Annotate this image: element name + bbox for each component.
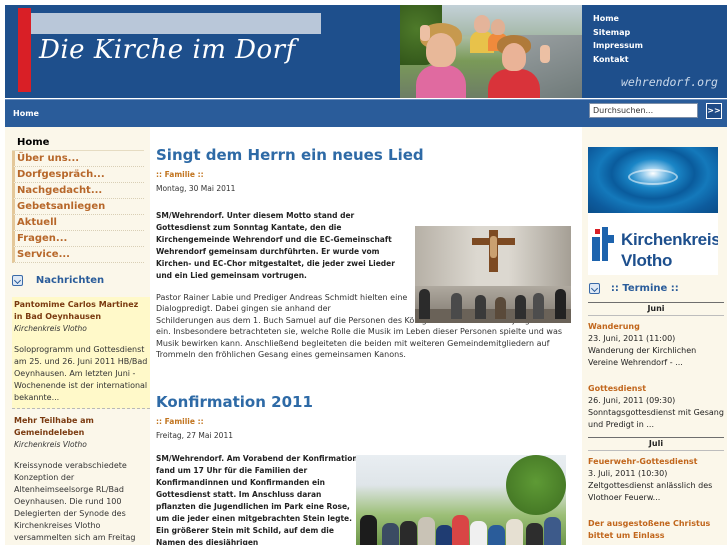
article-title[interactable]: Konfirmation 2011 <box>156 392 574 412</box>
header-nav-impressum[interactable]: Impressum <box>593 39 727 53</box>
main-content: Singt dem Herrn ein neues Lied :: Famili… <box>150 127 580 545</box>
event-date: 23. Juni, 2011 (11:00) <box>588 334 676 343</box>
event-title[interactable]: Feuerwehr-Gottesdienst <box>588 456 724 468</box>
event-desc: Zeltgottesdienst anlässlich des Vlothoer… <box>588 481 713 502</box>
news-item-source: Kirchenkreis Vlotho <box>14 440 87 449</box>
news-item-source: Kirchenkreis Vlotho <box>14 324 87 333</box>
menu-item-nachgedacht[interactable]: Nachgedacht... <box>12 183 144 199</box>
event-title[interactable]: Wanderung <box>588 321 724 333</box>
news-item-title[interactable]: Pantomime Carlos Martinez in Bad Oeynhau… <box>14 299 148 323</box>
event-item: Wanderung 23. Juni, 2011 (11:00) Wanderu… <box>588 321 724 369</box>
article-body-intro: Pastor Rainer Labie und Prediger Andreas… <box>156 293 408 314</box>
top-navbar: Home >> <box>5 99 727 127</box>
news-item-title[interactable]: Mehr Teilhabe am Gemeindeleben <box>14 415 148 439</box>
article-lead: SM/Wehrendorf. Am Vorabend der Konfirmat… <box>156 454 358 545</box>
menu-item-home[interactable]: Home <box>12 135 144 151</box>
event-item: Gottesdienst 26. Juni, 2011 (09:30) Sonn… <box>588 383 724 431</box>
article-category[interactable]: :: Familie :: <box>156 169 574 180</box>
news-list: Pantomime Carlos Martinez in Bad Oeynhau… <box>12 297 150 545</box>
kirchenkreis-emblem-icon <box>592 227 614 261</box>
menu-item-gebetsanliegen[interactable]: Gebetsanliegen <box>12 199 144 215</box>
menu-item-dorfgespraech[interactable]: Dorfgespräch... <box>12 167 144 183</box>
news-item: Pantomime Carlos Martinez in Bad Oeynhau… <box>12 297 150 409</box>
article-title[interactable]: Singt dem Herrn ein neues Lied <box>156 145 574 165</box>
logo-text-line: Kirchenkreis <box>621 230 718 249</box>
termine-list: Juni Wanderung 23. Juni, 2011 (11:00) Wa… <box>588 302 724 545</box>
header-nav-home[interactable]: Home <box>593 12 727 26</box>
menu-item-aktuell[interactable]: Aktuell <box>12 215 144 231</box>
logo-text-line: Vlotho <box>621 251 673 270</box>
kirchenkreis-logo[interactable]: Kirchenkreis Vlotho <box>588 147 718 275</box>
article-lead: SM/Wehrendorf. Unter diesem Motto stand … <box>156 211 395 280</box>
logo-red-bar <box>18 8 31 92</box>
event-date: 3. Juli, 2011 (10:30) <box>588 469 668 478</box>
header-photo-children <box>400 5 582 98</box>
menu-item-fragen[interactable]: Fragen... <box>12 231 144 247</box>
search-button[interactable]: >> <box>706 103 722 119</box>
article-category[interactable]: :: Familie :: <box>156 416 574 427</box>
site-header: Die Kirche im Dorf Home Sitemap Impressu… <box>5 5 727 98</box>
left-sidebar: Home Über uns... Dorfgespräch... Nachged… <box>5 127 150 545</box>
header-nav-sitemap[interactable]: Sitemap <box>593 26 727 40</box>
event-title[interactable]: Gottesdienst <box>588 383 724 395</box>
search-input[interactable] <box>589 103 698 118</box>
article-photo-church[interactable] <box>415 226 571 323</box>
event-title[interactable]: Der ausgestoßene Christus bittet um Einl… <box>588 518 724 542</box>
news-item: Mehr Teilhabe am Gemeindeleben Kirchenkr… <box>12 413 150 545</box>
article: Singt dem Herrn ein neues Lied :: Famili… <box>156 145 574 360</box>
menu-item-ueber-uns[interactable]: Über uns... <box>12 151 144 167</box>
event-item: Der ausgestoßene Christus bittet um Einl… <box>588 518 724 542</box>
chevron-down-icon[interactable] <box>589 283 600 294</box>
menu-item-service[interactable]: Service... <box>12 247 144 263</box>
termine-heading-label: :: Termine :: <box>610 283 679 294</box>
month-header: Juli <box>588 437 724 451</box>
navbar-home-link[interactable]: Home <box>13 109 39 118</box>
site-url: wehrendorf.org <box>621 75 718 89</box>
news-heading-label: Nachrichten <box>35 275 105 286</box>
article-photo-konfirmation[interactable] <box>356 455 566 545</box>
site-title[interactable]: Die Kirche im Dorf <box>39 35 296 65</box>
right-sidebar: Kirchenkreis Vlotho :: Termine :: Juni W… <box>582 127 727 545</box>
site-logo[interactable]: Die Kirche im Dorf <box>5 5 400 98</box>
news-heading: Nachrichten <box>12 275 150 291</box>
article-date: Freitag, 27 Mai 2011 <box>156 431 233 440</box>
kirchenkreis-logo-text: Kirchenkreis Vlotho <box>621 229 718 271</box>
event-item: Feuerwehr-Gottesdienst 3. Juli, 2011 (10… <box>588 456 724 504</box>
logo-gray-bar <box>31 13 321 34</box>
chevron-down-icon[interactable] <box>12 275 23 286</box>
news-item-text: Kreissynode verabschiedete Konzeption de… <box>14 461 136 542</box>
event-desc: Sonntagsgottesdienst mit Gesang und Pred… <box>588 408 724 429</box>
news-item-text: Soloprogramm und Gottesdienst am 25. und… <box>14 345 148 402</box>
termine-heading: :: Termine :: <box>589 283 723 294</box>
header-nav-kontakt[interactable]: Kontakt <box>593 53 727 67</box>
main-menu: Home Über uns... Dorfgespräch... Nachged… <box>12 135 144 263</box>
month-header: Juni <box>588 302 724 316</box>
event-desc: Wanderung der Kirchlichen Vereine Wehren… <box>588 346 697 367</box>
event-date: 26. Juni, 2011 (09:30) <box>588 396 676 405</box>
article-date: Montag, 30 Mai 2011 <box>156 184 236 193</box>
water-drop-image <box>588 147 718 213</box>
